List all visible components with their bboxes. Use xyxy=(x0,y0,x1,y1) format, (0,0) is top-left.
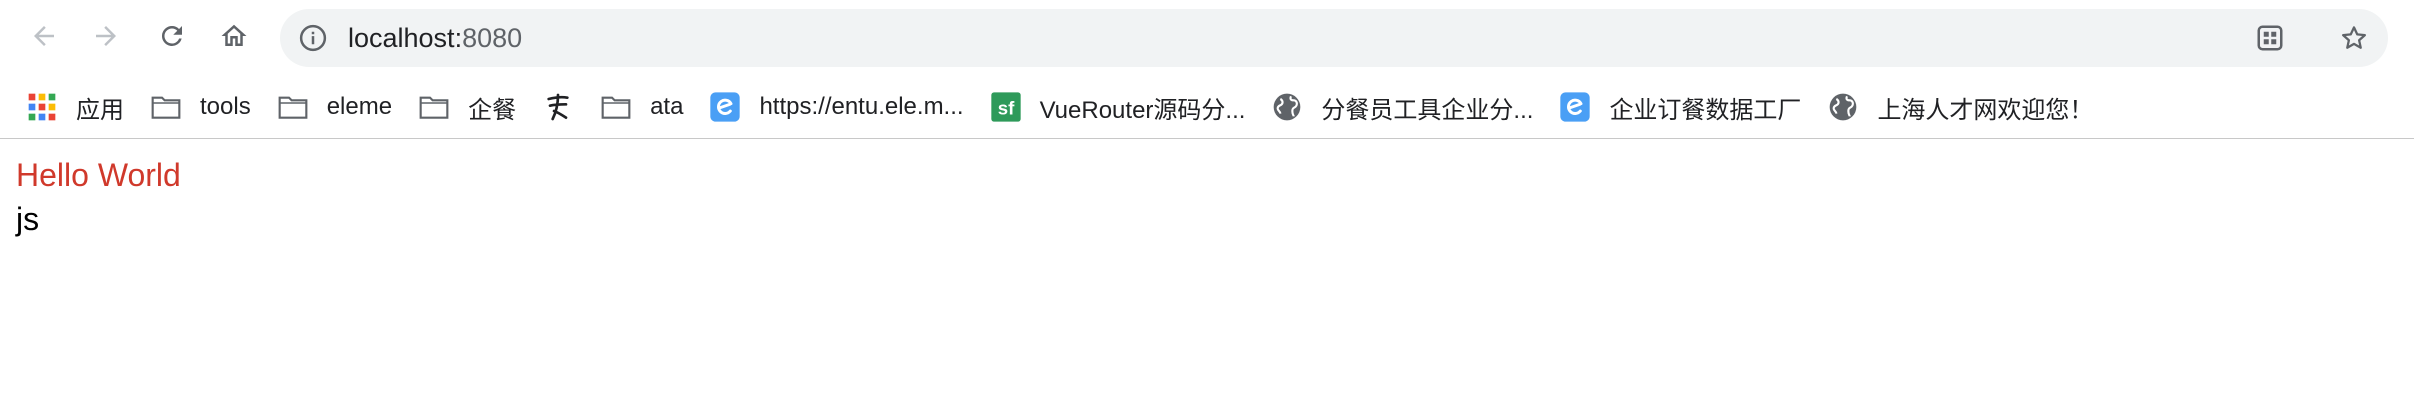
home-button[interactable] xyxy=(212,14,256,58)
page-content: Hello World js xyxy=(0,139,2414,255)
info-icon[interactable] xyxy=(298,23,328,53)
address-bar[interactable]: localhost:8080 xyxy=(280,9,2388,67)
bookmarks-bar: 应用 tools eleme 企餐 ata https://entu.ele.m… xyxy=(0,76,2414,139)
bookmark-entu[interactable]: https://entu.ele.m... xyxy=(709,87,964,127)
bookmark-label: eleme xyxy=(326,93,393,120)
bookmark-folder-qican[interactable]: 企餐 xyxy=(418,87,516,127)
eleme-e-icon xyxy=(1559,91,1591,123)
address-text[interactable]: localhost:8080 xyxy=(348,9,522,67)
bookmark-folder-tools[interactable]: tools xyxy=(150,87,251,127)
address-port: 8080 xyxy=(462,23,523,53)
globe-icon xyxy=(1271,91,1303,123)
bookmark-shanghai-talent[interactable]: 上海人才网欢迎您！ xyxy=(1827,87,2093,127)
svg-text:sf: sf xyxy=(997,97,1014,118)
apps-grid-icon xyxy=(26,91,58,123)
bookmark-data-factory[interactable]: 企业订餐数据工厂 xyxy=(1559,87,1801,127)
bookmark-label: tools xyxy=(200,93,251,120)
bookmark-label: https://entu.ele.m... xyxy=(759,93,964,120)
address-host: localhost: xyxy=(348,23,463,53)
bookmark-apps[interactable]: 应用 xyxy=(26,87,124,127)
bookmark-label: ata xyxy=(650,93,684,120)
bookmark-label: 应用 xyxy=(76,96,124,124)
folder-icon xyxy=(600,91,632,123)
home-icon xyxy=(221,24,247,46)
bookmark-label: 上海人才网欢迎您！ xyxy=(1877,96,2094,124)
calligraphy-icon xyxy=(542,91,574,123)
page-text: js xyxy=(16,201,40,237)
forward-button[interactable] xyxy=(84,14,128,58)
bookmark-label: 分餐员工具企业分... xyxy=(1321,96,1534,124)
reload-button[interactable] xyxy=(150,14,194,58)
globe-icon xyxy=(1827,91,1859,123)
browser-toolbar: localhost:8080 xyxy=(0,0,2414,76)
sf-icon: sf xyxy=(990,91,1022,123)
bookmark-folder-eleme[interactable]: eleme xyxy=(277,87,392,127)
bookmark-folder-ata[interactable]: ata xyxy=(600,87,683,127)
back-button[interactable] xyxy=(22,14,66,58)
bookmark-label: 企餐 xyxy=(468,96,517,124)
page-heading: Hello World xyxy=(16,157,181,193)
arrow-left-icon xyxy=(34,26,54,46)
arrow-right-icon xyxy=(96,26,116,46)
reload-icon xyxy=(161,25,182,46)
bookmark-vuerouter[interactable]: sf VueRouter源码分... xyxy=(990,87,1246,127)
qr-code-icon[interactable] xyxy=(2255,23,2285,53)
bookmark-label: 企业订餐数据工厂 xyxy=(1609,96,1802,124)
bookmark-star-icon[interactable] xyxy=(2339,23,2369,53)
bookmark-fencan[interactable]: 分餐员工具企业分... xyxy=(1271,87,1533,127)
folder-icon xyxy=(277,91,309,123)
folder-icon xyxy=(150,91,182,123)
bookmark-calligraphy[interactable] xyxy=(542,87,574,127)
bookmark-label: VueRouter源码分... xyxy=(1039,96,1246,124)
folder-icon xyxy=(418,91,450,123)
eleme-e-icon xyxy=(709,91,741,123)
